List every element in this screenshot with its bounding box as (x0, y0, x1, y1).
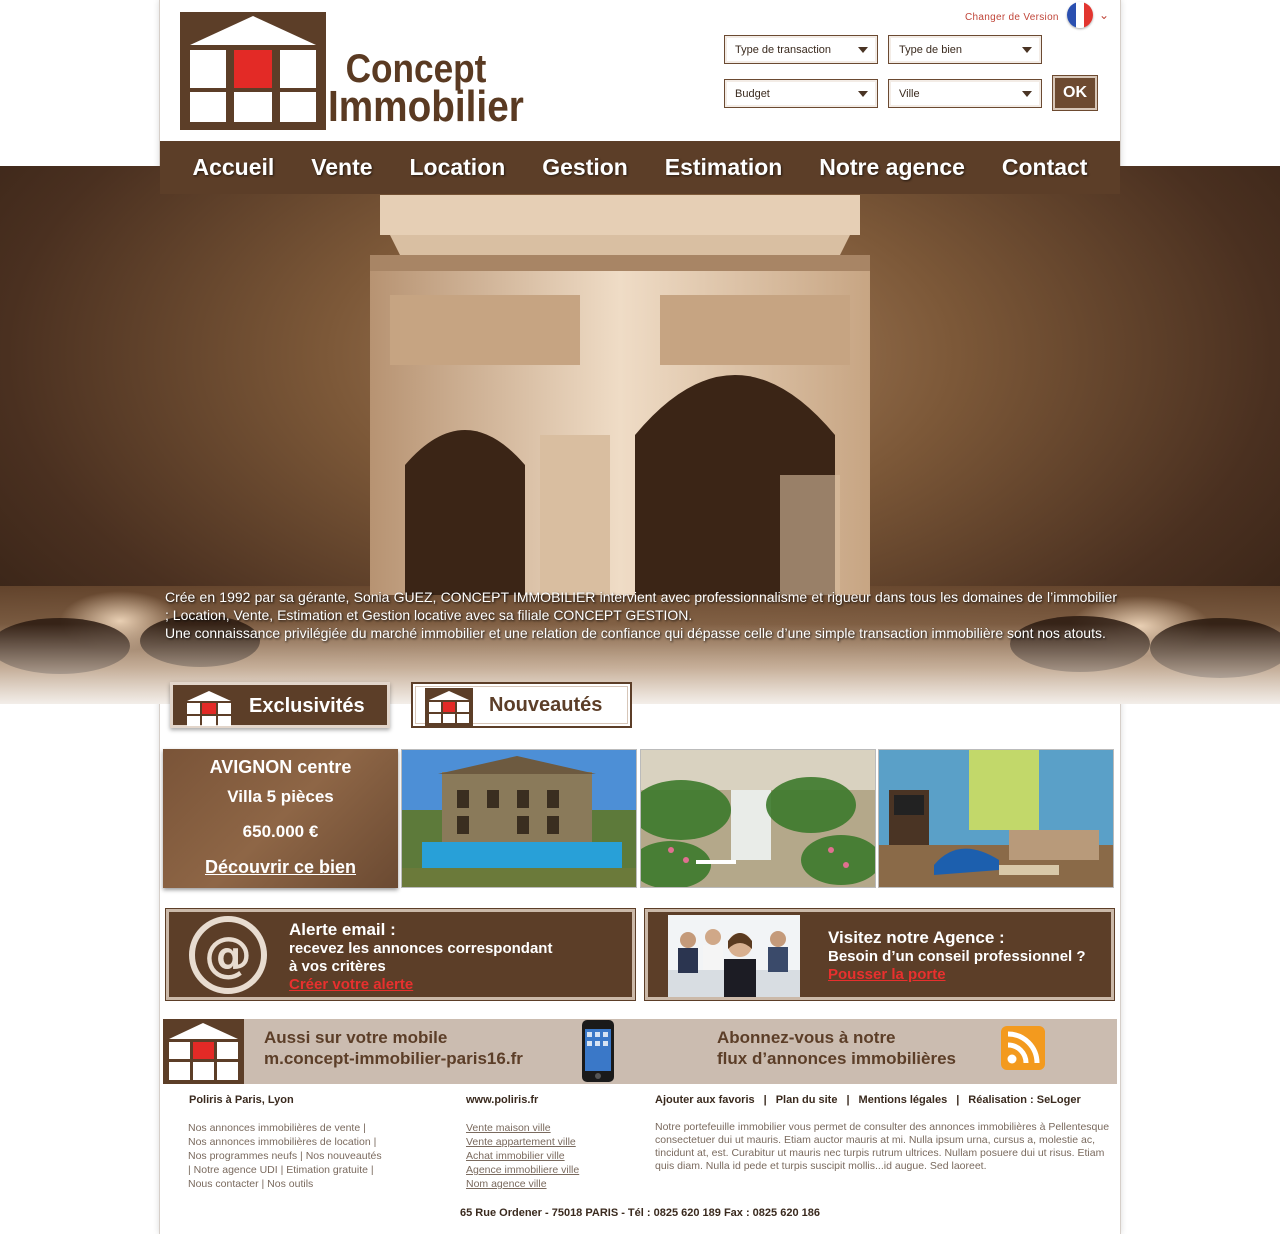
hero-paragraph-2: Une connaissance privilégiée du marché i… (165, 625, 1106, 641)
city-value: Ville (899, 88, 920, 100)
rss-icon[interactable] (1001, 1026, 1045, 1070)
tab-exclusivites[interactable]: Exclusivités (170, 682, 390, 728)
email-alert-box: @ Alerte email : recevez les annonces co… (165, 908, 636, 1001)
house-icon (425, 688, 473, 726)
french-flag-icon[interactable] (1067, 2, 1093, 28)
dropdown-arrow-icon (858, 91, 868, 97)
mobile-line-1: Aussi sur votre mobile (264, 1028, 448, 1047)
nav-notre-agence[interactable]: Notre agence (819, 154, 965, 181)
visit-agency-link[interactable]: Pousser la porte (828, 966, 946, 983)
mobile-site-link[interactable]: m.concept-immobilier-paris16.fr (264, 1048, 523, 1069)
logo-house-icon (180, 12, 326, 130)
footer-col1-title: Poliris à Paris, Lyon (189, 1094, 294, 1106)
arc-de-triomphe-image (370, 195, 870, 595)
footer-address: 65 Rue Ordener - 75018 PARIS - Tél : 082… (460, 1207, 820, 1219)
nav-location[interactable]: Location (409, 154, 505, 181)
property-photo-villa-pool[interactable] (401, 749, 637, 888)
add-favorites-link[interactable]: Ajouter aux favoris (655, 1094, 755, 1106)
footer-col2-links: Vente maison ville Vente appartement vil… (466, 1121, 579, 1191)
footer-link[interactable]: Nom agence ville (466, 1178, 547, 1190)
footer-description: Notre portefeuille immobilier vous perme… (655, 1121, 1110, 1172)
tab-nouveautes-label: Nouveautés (489, 694, 603, 716)
footer-link[interactable]: Vente appartement ville (466, 1136, 576, 1148)
property-photo-living-room[interactable] (878, 749, 1114, 888)
agency-team-photo (668, 915, 800, 997)
dropdown-arrow-icon (1022, 91, 1032, 97)
logo-wordmark: Concept Immobilier (328, 49, 524, 131)
site-logo[interactable]: Concept Immobilier (180, 12, 524, 132)
email-at-icon: @ (189, 916, 267, 994)
sitemap-link[interactable]: Plan du site (776, 1094, 838, 1106)
create-alert-link[interactable]: Créer votre alerte (289, 976, 413, 993)
footer-link[interactable]: Nos annonces immobilières de vente | (188, 1121, 382, 1135)
visit-agency-title: Visitez notre Agence : (828, 928, 1005, 947)
nav-contact[interactable]: Contact (1002, 154, 1088, 181)
svg-text:@: @ (204, 927, 252, 983)
smartphone-icon (582, 1020, 614, 1082)
footer-link[interactable]: Achat immobilier ville (466, 1150, 565, 1162)
property-type-value: Type de bien (899, 44, 962, 56)
budget-select[interactable]: Budget (724, 79, 878, 108)
mobile-rss-banner: Aussi sur votre mobile m.concept-immobil… (163, 1019, 1117, 1084)
nav-vente[interactable]: Vente (311, 154, 372, 181)
nav-estimation[interactable]: Estimation (665, 154, 783, 181)
footer-col2-title[interactable]: www.poliris.fr (466, 1094, 538, 1106)
rss-line-1: Abonnez-vous à notre (717, 1028, 896, 1047)
dropdown-arrow-icon (1022, 47, 1032, 53)
property-price: 650.000 € (242, 822, 319, 841)
logo-line-2: Immobilier (328, 82, 524, 131)
nav-accueil[interactable]: Accueil (192, 154, 274, 181)
nav-gestion[interactable]: Gestion (542, 154, 628, 181)
main-nav: Accueil Vente Location Gestion Estimatio… (160, 141, 1120, 194)
footer-link[interactable]: Nous contacter | Nos outils (188, 1177, 382, 1191)
email-alert-title: Alerte email : (289, 920, 396, 939)
dropdown-arrow-icon (858, 47, 868, 53)
hero-description: Crée en 1992 par sa gérante, Sonia GUEZ,… (165, 588, 1117, 642)
email-alert-line-2: à vos critères (289, 958, 386, 975)
property-photo-garden[interactable] (640, 749, 876, 888)
hero-paragraph-1: Crée en 1992 par sa gérante, Sonia GUEZ,… (165, 589, 1117, 623)
budget-value: Budget (735, 88, 770, 100)
transaction-type-value: Type de transaction (735, 44, 832, 56)
house-icon (163, 1019, 244, 1084)
property-type: Villa 5 pièces (227, 787, 334, 806)
footer-link[interactable]: Nos programmes neufs | Nos nouveautés (188, 1149, 382, 1163)
footer-utility-bar: Ajouter aux favoris | Plan du site | Mention… (655, 1094, 1081, 1106)
legal-notice-link[interactable]: Mentions légales (859, 1094, 948, 1106)
email-alert-line-1: recevez les annonces correspondant (289, 940, 553, 957)
change-version-link[interactable]: Changer de Version (965, 12, 1059, 23)
footer-link[interactable]: | Notre agence UDI | Etimation gratuite … (188, 1163, 382, 1177)
visit-agency-line-1: Besoin d’un conseil professionnel ? (828, 948, 1086, 965)
discover-property-link[interactable]: Découvrir ce bien (163, 857, 398, 878)
footer-link[interactable]: Agence immobiliere ville (466, 1164, 579, 1176)
footer-link[interactable]: Nos annonces immobilières de location | (188, 1135, 382, 1149)
property-city: AVIGNON centre (209, 757, 352, 777)
tab-exclusivites-label: Exclusivités (249, 695, 365, 717)
search-submit-button[interactable]: OK (1052, 75, 1098, 111)
chevron-down-icon[interactable]: ⌄ (1099, 8, 1109, 22)
tab-nouveautes[interactable]: Nouveautés (411, 682, 632, 728)
house-icon (187, 691, 231, 726)
footer-col1-links: Nos annonces immobilières de vente | Nos… (188, 1121, 382, 1191)
property-type-select[interactable]: Type de bien (888, 35, 1042, 64)
rss-line-2: flux d’annonces immobilières (717, 1049, 957, 1068)
footer-link[interactable]: Vente maison ville (466, 1122, 551, 1134)
city-select[interactable]: Ville (888, 79, 1042, 108)
transaction-type-select[interactable]: Type de transaction (724, 35, 878, 64)
credits-link[interactable]: Réalisation : SeLoger (968, 1094, 1080, 1106)
featured-property-card: AVIGNON centre Villa 5 pièces 650.000 € … (163, 749, 398, 888)
visit-agency-box: Visitez notre Agence : Besoin d’un conse… (644, 908, 1115, 1001)
